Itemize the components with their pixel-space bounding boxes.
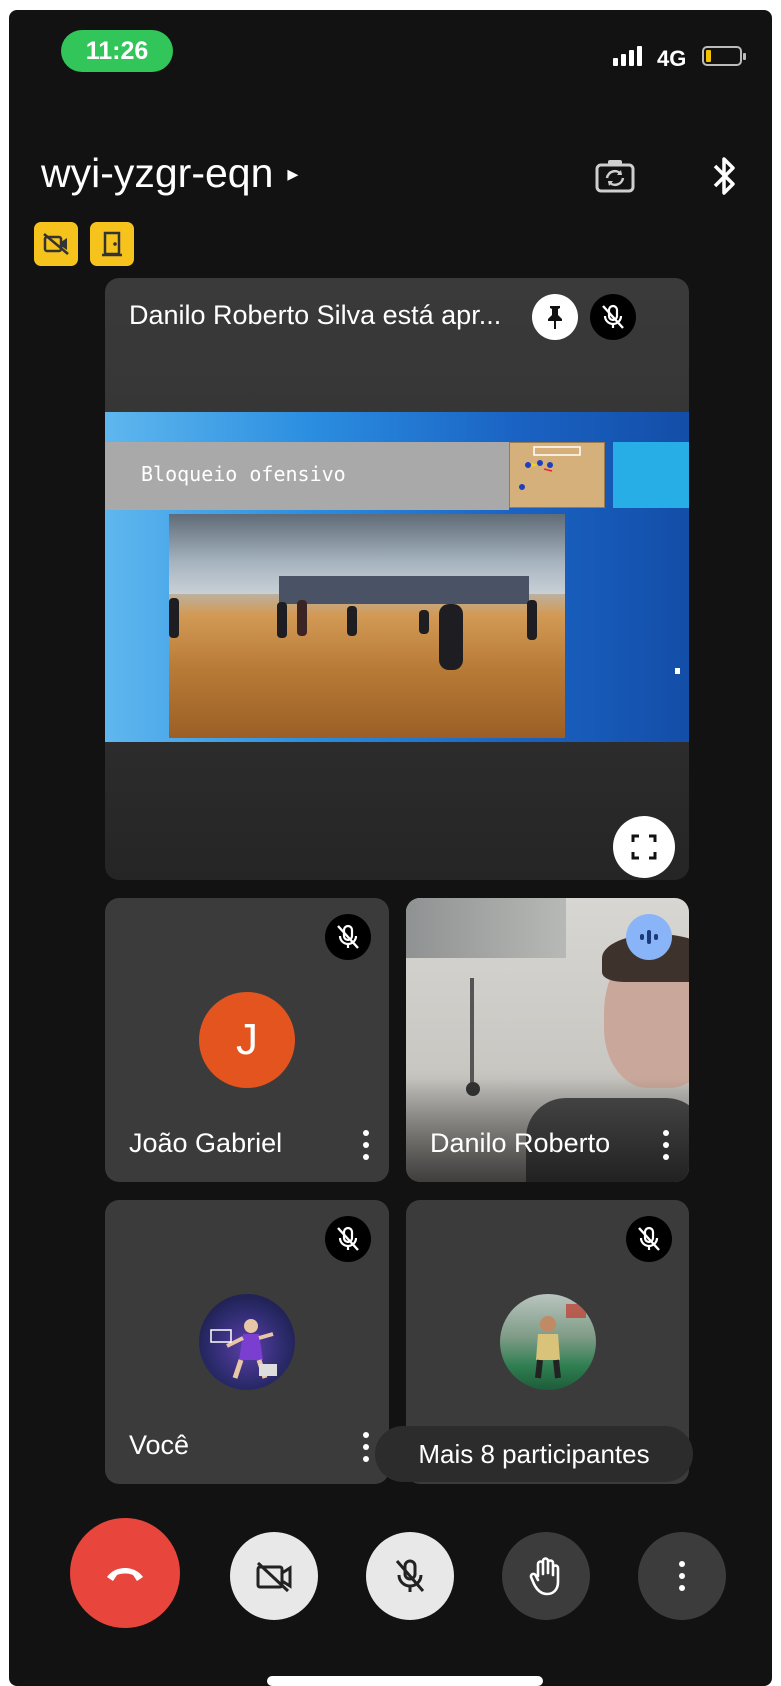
mic-off-icon bbox=[590, 294, 636, 340]
meeting-code: wyi-yzgr-eqn bbox=[41, 150, 274, 196]
participant-video-tile[interactable]: Danilo Roberto bbox=[406, 898, 689, 1182]
more-options-button[interactable] bbox=[638, 1532, 726, 1620]
participant-tile-self[interactable]: Você bbox=[105, 1200, 389, 1484]
pin-icon[interactable] bbox=[532, 294, 578, 340]
participant-tile[interactable]: J João Gabriel bbox=[105, 898, 389, 1182]
court-diagram-image bbox=[509, 442, 605, 508]
camera-off-icon bbox=[256, 1561, 292, 1593]
mic-off-icon bbox=[626, 1216, 672, 1262]
fullscreen-icon[interactable] bbox=[613, 816, 675, 878]
bluetooth-icon[interactable] bbox=[701, 152, 749, 200]
shared-slide: Bloqueio ofensivo bbox=[105, 412, 689, 742]
signal-icon bbox=[613, 46, 642, 66]
end-call-button[interactable] bbox=[70, 1518, 180, 1628]
mic-off-icon bbox=[395, 1559, 425, 1592]
participant-name: João Gabriel bbox=[129, 1128, 283, 1158]
more-vert-icon bbox=[679, 1561, 685, 1591]
more-participants-button[interactable]: Mais 8 participantes bbox=[375, 1426, 693, 1482]
mic-toggle-button[interactable] bbox=[366, 1532, 454, 1620]
pointer-cursor bbox=[675, 668, 680, 674]
presentation-title: Danilo Roberto Silva está apr... bbox=[129, 300, 502, 330]
more-vert-icon[interactable] bbox=[363, 1432, 369, 1462]
camera-toggle-button[interactable] bbox=[230, 1532, 318, 1620]
avatar bbox=[500, 1294, 596, 1390]
meeting-code-button[interactable]: wyi-yzgr-eqn ▸ bbox=[41, 150, 298, 197]
participant-name: Você bbox=[129, 1430, 190, 1460]
participant-name: Danilo Roberto bbox=[430, 1128, 611, 1158]
raise-hand-button[interactable] bbox=[502, 1532, 590, 1620]
no-video-badge-icon[interactable] bbox=[34, 222, 78, 266]
camera-flip-icon[interactable] bbox=[591, 152, 639, 200]
network-label: 4G bbox=[657, 46, 687, 71]
gym-photo-image bbox=[169, 514, 565, 738]
mic-off-icon bbox=[325, 1216, 371, 1262]
end-call-icon bbox=[107, 1568, 143, 1581]
medal-ribbon bbox=[470, 978, 474, 1088]
more-vert-icon[interactable] bbox=[363, 1130, 369, 1160]
phone-screen: 11:26 4G wyi-yzgr-eqn ▸ Danilo Roberto S… bbox=[9, 10, 772, 1686]
home-indicator bbox=[267, 1676, 543, 1686]
presentation-tile[interactable]: Danilo Roberto Silva está apr... Bloquei… bbox=[105, 278, 689, 880]
slide-title-bar: Bloqueio ofensivo bbox=[105, 442, 509, 510]
more-vert-icon[interactable] bbox=[663, 1130, 669, 1160]
avatar bbox=[199, 1294, 295, 1390]
door-badge-icon[interactable] bbox=[90, 222, 134, 266]
wall-picture bbox=[406, 898, 566, 958]
caret-right-icon: ▸ bbox=[287, 160, 299, 186]
raise-hand-icon bbox=[529, 1557, 560, 1596]
status-time: 11:26 bbox=[61, 30, 173, 72]
battery-icon bbox=[702, 46, 746, 66]
avatar: J bbox=[199, 992, 295, 1088]
speaking-icon bbox=[626, 914, 672, 960]
slide-accent bbox=[613, 442, 689, 508]
slide-title: Bloqueio ofensivo bbox=[141, 462, 346, 486]
mic-off-icon bbox=[325, 914, 371, 960]
